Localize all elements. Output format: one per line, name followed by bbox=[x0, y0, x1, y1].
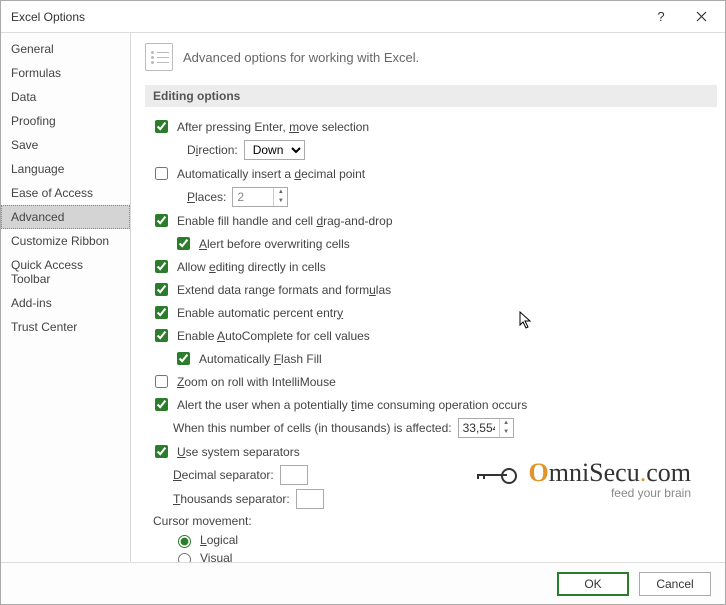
cursor-visual-label: Visual bbox=[200, 551, 232, 562]
sidebar-item-formulas[interactable]: Formulas bbox=[1, 61, 130, 85]
page-header-text: Advanced options for working with Excel. bbox=[183, 50, 419, 65]
cursor-logical-radio[interactable] bbox=[178, 535, 191, 548]
editing-options-group: After pressing Enter, move selection Dir… bbox=[145, 115, 717, 562]
cursor-logical-label: Logical bbox=[200, 533, 238, 547]
content-scroll[interactable]: Advanced options for working with Excel.… bbox=[131, 33, 725, 562]
system-separators-label: Use system separators bbox=[177, 445, 300, 459]
autocomplete-label: Enable AutoComplete for cell values bbox=[177, 329, 370, 343]
fill-handle-checkbox[interactable] bbox=[155, 214, 168, 227]
flash-fill-checkbox[interactable] bbox=[177, 352, 190, 365]
spin-up-icon[interactable]: ▲ bbox=[273, 188, 287, 197]
sidebar-item-trust-center[interactable]: Trust Center bbox=[1, 315, 130, 339]
auto-decimal-label: Automatically insert a decimal point bbox=[177, 167, 365, 181]
close-icon bbox=[696, 11, 707, 22]
fill-handle-label: Enable fill handle and cell drag-and-dro… bbox=[177, 214, 393, 228]
sidebar-item-add-ins[interactable]: Add-ins bbox=[1, 291, 130, 315]
places-label: Places: bbox=[187, 190, 226, 204]
content-wrap: Advanced options for working with Excel.… bbox=[131, 33, 725, 562]
cursor-visual-radio[interactable] bbox=[178, 553, 191, 562]
close-button[interactable] bbox=[681, 2, 721, 32]
sidebar-item-ease-of-access[interactable]: Ease of Access bbox=[1, 181, 130, 205]
autocomplete-checkbox[interactable] bbox=[155, 329, 168, 342]
page-header: Advanced options for working with Excel. bbox=[145, 43, 717, 71]
num-cells-label: When this number of cells (in thousands)… bbox=[173, 421, 452, 435]
percent-entry-label: Enable automatic percent entry bbox=[177, 306, 343, 320]
sidebar-item-data[interactable]: Data bbox=[1, 85, 130, 109]
decimal-sep-input[interactable] bbox=[280, 465, 308, 485]
flash-fill-label: Automatically Flash Fill bbox=[199, 352, 322, 366]
thousands-sep-input[interactable] bbox=[296, 489, 324, 509]
thousands-sep-label: Thousands separator: bbox=[173, 492, 290, 506]
dialog-body: General Formulas Data Proofing Save Lang… bbox=[1, 33, 725, 562]
after-enter-label: After pressing Enter, move selection bbox=[177, 120, 369, 134]
sidebar-item-proofing[interactable]: Proofing bbox=[1, 109, 130, 133]
alert-overwrite-label: Alert before overwriting cells bbox=[199, 237, 350, 251]
system-separators-checkbox[interactable] bbox=[155, 445, 168, 458]
dialog-footer: OK Cancel bbox=[1, 562, 725, 604]
zoom-intellimouse-label: Zoom on roll with IntelliMouse bbox=[177, 375, 336, 389]
help-button[interactable]: ? bbox=[641, 2, 681, 32]
direction-select[interactable]: Down bbox=[244, 140, 305, 160]
alert-time-checkbox[interactable] bbox=[155, 398, 168, 411]
sidebar-item-general[interactable]: General bbox=[1, 37, 130, 61]
category-sidebar: General Formulas Data Proofing Save Lang… bbox=[1, 33, 131, 562]
extend-range-checkbox[interactable] bbox=[155, 283, 168, 296]
titlebar: Excel Options ? bbox=[1, 1, 725, 33]
alert-overwrite-checkbox[interactable] bbox=[177, 237, 190, 250]
places-spinner[interactable]: ▲▼ bbox=[232, 187, 288, 207]
extend-range-label: Extend data range formats and formulas bbox=[177, 283, 391, 297]
cancel-button[interactable]: Cancel bbox=[639, 572, 711, 596]
sidebar-item-save[interactable]: Save bbox=[1, 133, 130, 157]
zoom-intellimouse-checkbox[interactable] bbox=[155, 375, 168, 388]
sidebar-item-customize-ribbon[interactable]: Customize Ribbon bbox=[1, 229, 130, 253]
spin-down-icon[interactable]: ▼ bbox=[273, 197, 287, 206]
excel-options-dialog: Excel Options ? General Formulas Data Pr… bbox=[0, 0, 726, 605]
alert-time-label: Alert the user when a potentially time c… bbox=[177, 398, 527, 412]
section-editing-options: Editing options bbox=[145, 85, 717, 107]
window-title: Excel Options bbox=[11, 10, 641, 24]
after-enter-checkbox[interactable] bbox=[155, 120, 168, 133]
edit-in-cell-label: Allow editing directly in cells bbox=[177, 260, 326, 274]
num-cells-spinner[interactable]: ▲▼ bbox=[458, 418, 514, 438]
spin-up-icon[interactable]: ▲ bbox=[499, 419, 513, 428]
edit-in-cell-checkbox[interactable] bbox=[155, 260, 168, 273]
decimal-sep-label: Decimal separator: bbox=[173, 468, 274, 482]
auto-decimal-checkbox[interactable] bbox=[155, 167, 168, 180]
options-list-icon bbox=[145, 43, 173, 71]
sidebar-item-language[interactable]: Language bbox=[1, 157, 130, 181]
spin-down-icon[interactable]: ▼ bbox=[499, 428, 513, 437]
cursor-movement-label: Cursor movement: bbox=[153, 514, 252, 528]
percent-entry-checkbox[interactable] bbox=[155, 306, 168, 319]
direction-label: Direction: bbox=[187, 143, 238, 157]
ok-button[interactable]: OK bbox=[557, 572, 629, 596]
sidebar-item-advanced[interactable]: Advanced bbox=[1, 205, 130, 229]
sidebar-item-quick-access-toolbar[interactable]: Quick Access Toolbar bbox=[1, 253, 130, 291]
